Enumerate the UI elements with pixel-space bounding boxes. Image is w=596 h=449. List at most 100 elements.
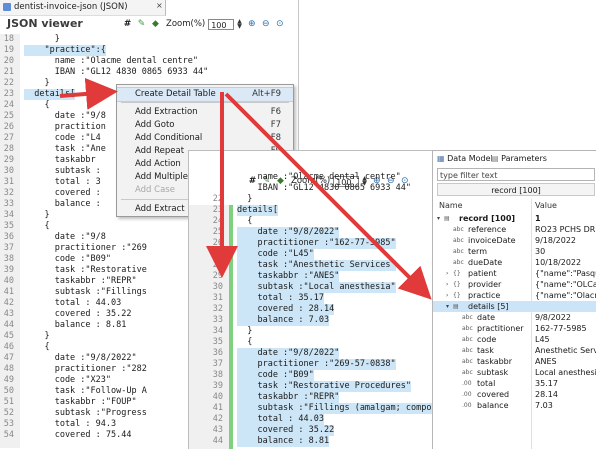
expand-toggle-icon[interactable]: › xyxy=(446,290,452,301)
code-text: { xyxy=(237,216,253,226)
line-number: 43 xyxy=(3,309,14,319)
code-line: 38 code :"B09" xyxy=(189,370,437,381)
tree-row[interactable]: abc practitioner 162-77-5985 xyxy=(433,323,596,334)
field-type-icon: abc xyxy=(462,325,473,332)
line-number: 31 xyxy=(3,177,14,187)
expand-toggle-icon[interactable]: ▾ xyxy=(437,213,443,224)
line-number: 52 xyxy=(3,408,14,418)
code-text: subtask : xyxy=(24,166,101,176)
json-code-view-2[interactable]: name :"Olacme dental centre" IBAN :"GL12… xyxy=(189,172,468,449)
zoom-in-icon[interactable]: ⊕ xyxy=(246,19,257,30)
zoom-input[interactable]: 100 xyxy=(208,18,235,30)
line-number: 47 xyxy=(3,353,14,363)
line-number: 40 xyxy=(212,392,223,402)
tree-row[interactable]: .00 covered 28.14 xyxy=(433,389,596,400)
code-text: date :"9/8/2022" xyxy=(237,348,340,359)
line-number: 41 xyxy=(3,287,14,297)
tab-parameters[interactable]: ▤ Parameters xyxy=(491,153,547,165)
line-number: 23 xyxy=(3,89,14,99)
field-value: 7.03 xyxy=(535,401,553,410)
field-name: balance xyxy=(477,401,509,410)
zoom-out-icon[interactable]: ⊖ xyxy=(260,19,271,30)
tree-row[interactable]: abc dueDate 10/18/2022 xyxy=(433,257,596,268)
filter-input[interactable]: type filter text xyxy=(437,168,595,181)
expand-toggle-icon[interactable]: › xyxy=(446,279,452,290)
expand-toggle-icon[interactable]: ▾ xyxy=(446,301,452,312)
line-number: 44 xyxy=(212,436,223,446)
tree-row[interactable]: ▾ ▤ details [5] xyxy=(433,301,596,312)
line-number: 29 xyxy=(212,271,223,281)
line-number: 24 xyxy=(212,216,223,226)
line-number: 37 xyxy=(212,359,223,369)
menu-item-label: Create Detail Table xyxy=(135,89,216,99)
tree-row[interactable]: ›{} practice {"name":"Olacme de xyxy=(433,290,596,301)
pencil-icon[interactable]: ✎ xyxy=(136,19,147,30)
tree-row[interactable]: abc date 9/8/2022 xyxy=(433,312,596,323)
field-name: reference xyxy=(468,225,507,234)
tree-row[interactable]: .00 balance 7.03 xyxy=(433,400,596,411)
hash-icon[interactable]: # xyxy=(122,19,133,30)
tree-row[interactable]: .00 total 35.17 xyxy=(433,378,596,389)
code-text: practitioner :"269-57-0838" xyxy=(237,359,396,370)
tree-row[interactable]: abc invoiceDate 9/18/2022 xyxy=(433,235,596,246)
column-header-value[interactable]: Value xyxy=(535,201,557,210)
line-number: 42 xyxy=(212,414,223,424)
field-value: {"name":"Olacme de xyxy=(535,291,596,300)
code-text: task :"Anesthetic Services" xyxy=(237,260,396,271)
menu-item-shortcut: F8 xyxy=(270,133,281,143)
code-line: 19 "practice":{ xyxy=(0,45,298,56)
tree-row[interactable]: ›{} patient {"name":"Pasquale G xyxy=(433,268,596,279)
line-number: 34 xyxy=(212,326,223,336)
data-model-tree: ▾▤record [100]1abcreferenceRO23 PCHS DRF… xyxy=(433,213,596,449)
tree-row[interactable]: abctask Anesthetic Services xyxy=(433,345,596,356)
line-number: 30 xyxy=(212,282,223,292)
code-text: task :"Restorative Procedures" xyxy=(237,381,411,392)
code-text: practitioner :"282 xyxy=(24,364,147,374)
editor-tab-title: dentist-invoice-json (JSON) xyxy=(14,2,128,12)
column-header-name[interactable]: Name xyxy=(439,201,463,210)
code-text: covered : xyxy=(24,188,101,198)
code-text: details[ xyxy=(24,89,76,100)
code-text: total : 35.17 xyxy=(237,293,324,304)
close-icon[interactable]: × xyxy=(156,1,163,10)
code-text: "practice":{ xyxy=(24,45,106,56)
code-line: 27 code :"L45" xyxy=(189,249,437,260)
expand-toggle-icon[interactable]: › xyxy=(446,268,452,279)
bookmark-icon[interactable]: ◆ xyxy=(150,19,161,30)
tree-row[interactable]: abc term 30 xyxy=(433,246,596,257)
field-value: 30 xyxy=(535,247,546,256)
menu-item[interactable]: Add Goto F7 xyxy=(117,119,293,132)
json-file-icon xyxy=(3,3,11,11)
zoom-reset-icon[interactable]: ⊙ xyxy=(274,19,285,30)
tab-data-model[interactable]: ▦ Data Model xyxy=(437,153,493,165)
code-text: } xyxy=(24,34,60,44)
menu-item[interactable]: Add Conditional F8 xyxy=(117,132,293,145)
code-line: 25 date :"9/8/2022" xyxy=(189,227,437,238)
code-text: total : 94.3 xyxy=(24,419,117,429)
line-number: 54 xyxy=(3,430,14,440)
tree-row[interactable]: abc reference RO23 PCHS DRF7 55 xyxy=(433,224,596,235)
zoom-spinner[interactable]: ▲ ▼ xyxy=(237,18,243,30)
record-selector[interactable]: record [100] xyxy=(437,183,595,196)
line-number: 27 xyxy=(3,133,14,143)
tree-row[interactable]: ▾ ▤ record [100] 1 xyxy=(433,213,596,224)
line-number: 19 xyxy=(3,45,14,55)
tree-row[interactable]: abc subtask Local anesthesia xyxy=(433,367,596,378)
menu-item[interactable]: Add Extraction F6 xyxy=(117,106,293,119)
editor-tab[interactable]: dentist-invoice-json (JSON) × xyxy=(0,0,166,16)
line-number: 25 xyxy=(3,111,14,121)
menu-item-label: Add Goto xyxy=(135,120,175,130)
line-number: 26 xyxy=(212,238,223,248)
code-text: code :"L4 xyxy=(24,133,101,143)
line-number: 33 xyxy=(3,199,14,209)
tree-row[interactable]: abc code L45 xyxy=(433,334,596,345)
code-text: taskabbr xyxy=(24,155,96,165)
tree-row[interactable]: abc taskabbr ANES xyxy=(433,356,596,367)
code-text: taskabbr :"REPR" xyxy=(237,392,340,403)
menu-item[interactable]: Create Detail Table Alt+F9 xyxy=(117,87,293,102)
tree-row[interactable]: ›{} provider {"name":"OLCare He xyxy=(433,279,596,290)
code-line: 29 taskabbr :"ANES" xyxy=(189,271,437,282)
code-line: 31 total : 35.17 xyxy=(189,293,437,304)
field-type-icon: abc xyxy=(462,314,473,321)
code-text: IBAN :"GL12 4830 0865 6933 44" xyxy=(237,183,411,193)
